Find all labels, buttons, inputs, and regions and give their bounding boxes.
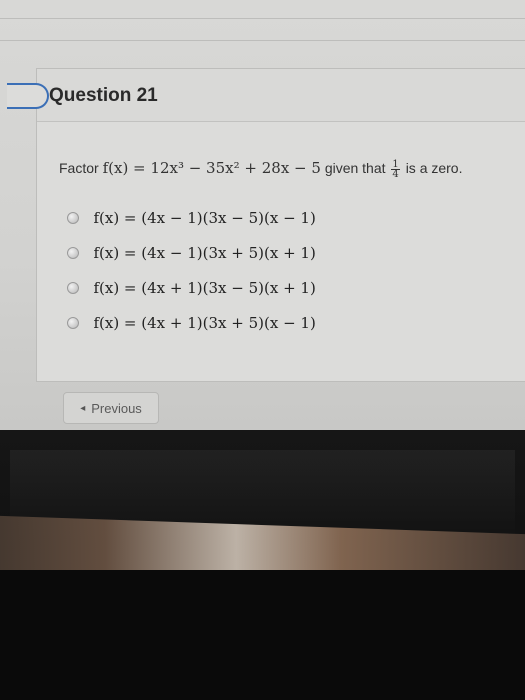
page-divider (0, 40, 525, 41)
question-title: Question 21 (49, 85, 158, 106)
answer-options: f(x) = (4x − 1)(3x − 5)(x − 1) f(x) = (4… (67, 209, 316, 349)
option-label: f(x) = (4x − 1)(3x − 5)(x − 1) (93, 209, 316, 227)
option-label: f(x) = (4x + 1)(3x − 5)(x + 1) (93, 279, 316, 297)
option-label: f(x) = (4x − 1)(3x + 5)(x + 1) (93, 244, 316, 262)
prompt-suffix: is a zero. (405, 160, 463, 176)
fraction-denominator: 4 (392, 168, 399, 180)
answer-option[interactable]: f(x) = (4x + 1)(3x − 5)(x + 1) (67, 279, 316, 306)
question-prompt: Factor f(x) = 12x³ − 35x² + 28x − 5 give… (59, 159, 463, 179)
answer-option[interactable]: f(x) = (4x + 1)(3x + 5)(x − 1) (67, 314, 316, 341)
screen: Question 21 Factor f(x) = 12x³ − 35x² + … (0, 0, 525, 430)
current-question-arrow-icon (7, 83, 49, 109)
question-card: Question 21 Factor f(x) = 12x³ − 35x² + … (7, 68, 525, 382)
previous-button[interactable]: ◂ Previous (63, 392, 159, 424)
zero-fraction: 1 4 (391, 159, 400, 180)
answer-option[interactable]: f(x) = (4x − 1)(3x − 5)(x − 1) (67, 209, 316, 236)
question-header: Question 21 (7, 69, 525, 122)
chevron-left-icon: ◂ (80, 402, 86, 414)
function-expression: f(x) = 12x³ − 35x² + 28x − 5 (102, 159, 321, 177)
radio-button[interactable] (67, 247, 79, 259)
radio-button[interactable] (67, 317, 79, 329)
previous-label: Previous (91, 400, 142, 416)
given-text: given that (324, 160, 386, 176)
answer-option[interactable]: f(x) = (4x − 1)(3x + 5)(x + 1) (67, 244, 316, 271)
desk-shadow (0, 570, 525, 700)
option-label: f(x) = (4x + 1)(3x + 5)(x − 1) (93, 314, 316, 332)
page-divider (0, 18, 525, 19)
radio-button[interactable] (67, 212, 79, 224)
radio-button[interactable] (67, 282, 79, 294)
prompt-prefix: Factor (59, 160, 99, 176)
